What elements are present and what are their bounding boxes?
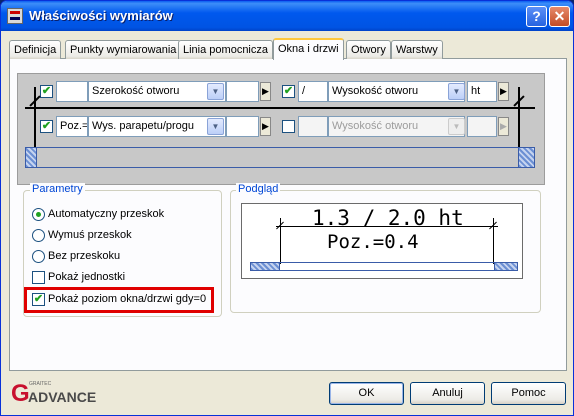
preview-opening-top bbox=[280, 262, 494, 263]
tab-linia-pomocnicza[interactable]: Linia pomocnicza bbox=[178, 40, 273, 59]
parametry-title: Parametry bbox=[30, 183, 85, 195]
row2-separator-field bbox=[298, 116, 328, 137]
row1-suffix2-field[interactable]: ht bbox=[467, 81, 497, 102]
label-wymus-przeskok[interactable]: Wymuś przeskok bbox=[48, 229, 132, 241]
tab-warstwy[interactable]: Warstwy bbox=[391, 40, 443, 59]
row1-suffix-field[interactable] bbox=[226, 81, 259, 102]
tab-punkty-wymiarowania[interactable]: Punkty wymiarowania bbox=[65, 40, 182, 59]
preview-opening-bottom bbox=[280, 270, 494, 271]
row2-value-select[interactable]: Wys. parapetu/progu bbox=[88, 116, 226, 137]
radio-automatyczny-przeskok[interactable] bbox=[32, 208, 45, 221]
right-extension-line bbox=[518, 87, 520, 147]
label-pokaz-jednostki[interactable]: Pokaż jednostki bbox=[48, 271, 125, 283]
preview-canvas: 1.3 / 2.0 ht Poz.=0.4 bbox=[241, 203, 523, 279]
left-extension-line bbox=[34, 87, 36, 147]
row1-value-select[interactable]: Szerokość otworu bbox=[88, 81, 226, 102]
tab-otwory[interactable]: Otwory bbox=[346, 40, 391, 59]
help-title-button[interactable]: ? bbox=[526, 6, 547, 27]
preview-line2: Poz.=0.4 bbox=[327, 231, 419, 253]
row1-checkbox2[interactable]: ✔ bbox=[282, 85, 295, 98]
graitec-advance-logo: G GRAITEC ADVANCE bbox=[11, 381, 111, 407]
app-icon bbox=[7, 8, 23, 24]
dialog-window: Właściwości wymiarów ? ✕ Definicja Punkt… bbox=[0, 0, 574, 416]
checkbox-pokaz-poziom[interactable]: ✔ bbox=[32, 293, 45, 306]
row1-insert2-arrow-icon[interactable]: ▶ bbox=[498, 82, 509, 101]
row1-separator-field[interactable]: / bbox=[298, 81, 328, 102]
radio-bez-przeskoku[interactable] bbox=[32, 250, 45, 263]
row2-checkbox2[interactable] bbox=[282, 120, 295, 133]
label-automatyczny-przeskok[interactable]: Automatyczny przeskok bbox=[48, 208, 164, 220]
row2-value2-select: Wysokość otworu bbox=[328, 116, 465, 137]
row2-dropdown2-arrow-icon: ▼ bbox=[448, 118, 465, 135]
title-bar[interactable]: Właściwości wymiarów ? ✕ bbox=[1, 1, 573, 31]
label-bez-przeskoku[interactable]: Bez przeskoku bbox=[48, 250, 120, 262]
cancel-button[interactable]: Anuluj bbox=[410, 382, 485, 405]
row2-checkbox[interactable]: ✔ bbox=[40, 120, 53, 133]
row1-value2-select[interactable]: Wysokość otworu bbox=[328, 81, 465, 102]
window-title: Właściwości wymiarów bbox=[29, 8, 173, 23]
podglad-title: Podgląd bbox=[236, 183, 281, 195]
logo-g-mark: G bbox=[11, 380, 30, 407]
preview-right-wall bbox=[494, 262, 518, 271]
logo-brand-small: GRAITEC bbox=[29, 381, 52, 387]
row1-dropdown-arrow-icon[interactable]: ▼ bbox=[207, 83, 224, 100]
preview-left-wall bbox=[250, 262, 280, 271]
row2-insert2-arrow-icon: ▶ bbox=[498, 117, 509, 136]
logo-brand-word: ADVANCE bbox=[28, 389, 97, 405]
ok-button[interactable]: OK bbox=[329, 382, 404, 405]
close-button[interactable]: ✕ bbox=[549, 6, 570, 27]
help-button[interactable]: Pomoc bbox=[491, 382, 566, 405]
row1-checkbox[interactable]: ✔ bbox=[40, 85, 53, 98]
opening-bottom-line bbox=[37, 167, 518, 168]
radio-wymus-przeskok[interactable] bbox=[32, 229, 45, 242]
preview-line1: 1.3 / 2.0 ht bbox=[312, 206, 464, 230]
row1-prefix-field[interactable] bbox=[56, 81, 88, 102]
row2-suffix-field[interactable] bbox=[226, 116, 259, 137]
label-pokaz-poziom[interactable]: Pokaż poziom okna/drzwi gdy=0 bbox=[48, 293, 206, 305]
checkbox-pokaz-jednostki[interactable] bbox=[32, 271, 45, 284]
opening-top-line bbox=[37, 147, 518, 148]
row1-dropdown2-arrow-icon[interactable]: ▼ bbox=[448, 83, 465, 100]
tab-definicja[interactable]: Definicja bbox=[9, 40, 62, 59]
row2-insert-arrow-icon[interactable]: ▶ bbox=[260, 117, 271, 136]
row2-prefix-field[interactable]: Poz.= bbox=[56, 116, 88, 137]
right-wall-hatch bbox=[518, 147, 535, 168]
tab-okna-i-drzwi[interactable]: Okna i drzwi bbox=[273, 38, 344, 60]
dimension-line bbox=[25, 107, 535, 109]
row1-insert-arrow-icon[interactable]: ▶ bbox=[260, 82, 271, 101]
row2-dropdown-arrow-icon[interactable]: ▼ bbox=[207, 118, 224, 135]
left-wall-hatch bbox=[25, 147, 37, 168]
row2-suffix2-field bbox=[467, 116, 497, 137]
